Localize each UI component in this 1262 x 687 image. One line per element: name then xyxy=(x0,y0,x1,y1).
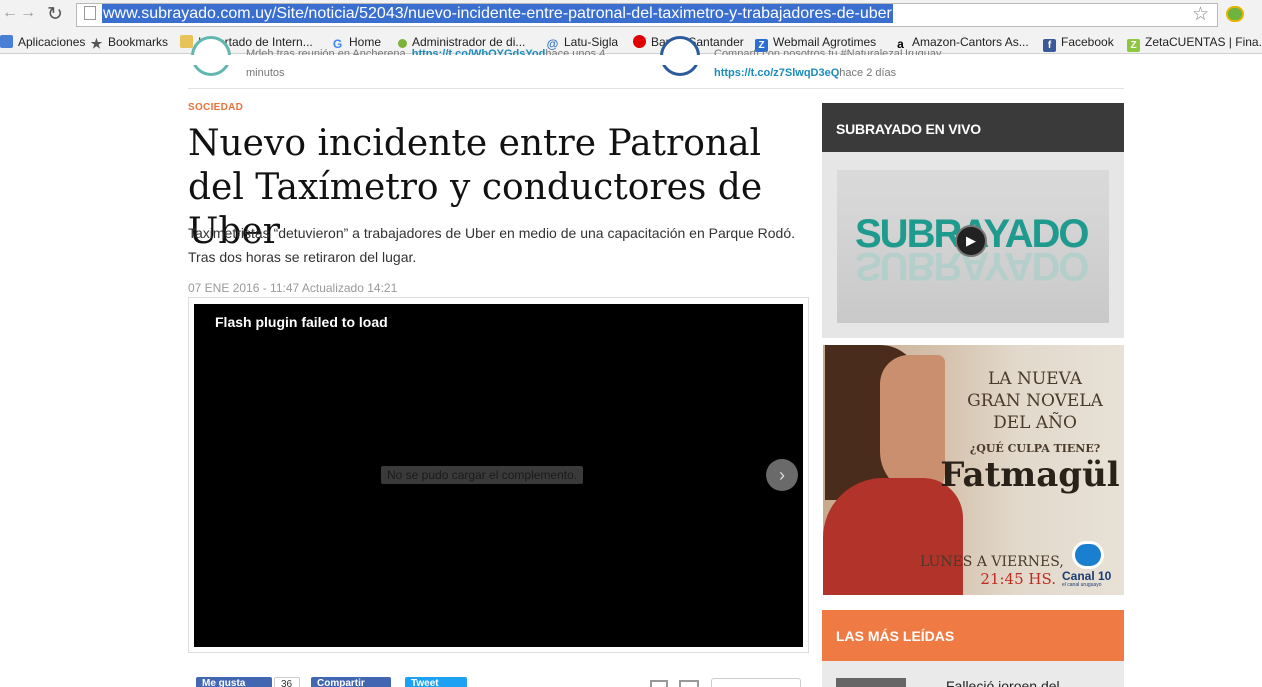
ad-line3: DEL AÑO xyxy=(993,413,1077,433)
bookmark-label: Latu-Sigla xyxy=(564,35,619,49)
bookmark-bookmarks[interactable]: ★ Bookmarks xyxy=(90,33,168,51)
bookmark-aplicaciones[interactable]: Aplicaciones xyxy=(0,33,85,51)
apps-grid-icon xyxy=(0,35,13,48)
next-arrow-button[interactable]: › xyxy=(766,459,798,491)
extension-icon[interactable] xyxy=(1226,6,1244,22)
bookmark-label: Amazon-Cantors As... xyxy=(912,35,1029,49)
tweet-link[interactable]: https://t.co/z7SlwqD3eQ xyxy=(714,67,839,79)
canal10-name: Canal 10 xyxy=(1062,569,1112,583)
bookmark-label: ZetaCUENTAS | Fina... xyxy=(1145,35,1262,49)
bookmark-label: Bookmarks xyxy=(108,35,169,49)
bookmark-label: Home xyxy=(349,35,382,49)
like-label: Me gusta xyxy=(202,678,246,687)
tweet-2-line2: https://t.co/z7SlwqD3eQhace 2 días xyxy=(714,67,896,79)
ad-time: 21:45 HS. xyxy=(980,570,1056,588)
bookmark-label: Aplicaciones xyxy=(18,35,86,49)
canal10-logo-icon xyxy=(1072,541,1104,569)
bookmark-label: Facebook xyxy=(1061,35,1114,49)
bookmark-label: Administrador de di... xyxy=(412,35,526,49)
divider xyxy=(188,88,1124,89)
page-icon xyxy=(84,6,96,20)
star-icon: ★ xyxy=(90,36,103,51)
ad-show-title: Fatmagül xyxy=(940,455,1120,495)
tweet-button[interactable]: Tweet xyxy=(405,677,467,687)
article-category[interactable]: SOCIEDAD xyxy=(188,102,243,113)
most-read-title: LAS MÁS LEÍDAS xyxy=(836,628,955,644)
most-read-thumbnail[interactable] xyxy=(836,678,906,687)
bookmark-label: Webmail Agrotimes xyxy=(773,35,877,49)
ad-line2: GRAN NOVELA xyxy=(967,391,1103,411)
share-label: Compartir xyxy=(317,678,365,687)
ad-figure-dress xyxy=(823,478,963,595)
url-text[interactable]: www.subrayado.com.uy/Site/noticia/52043/… xyxy=(102,4,893,23)
plugin-error-message: No se pudo cargar el complemento. xyxy=(381,466,584,484)
tweet-strip-cutoff xyxy=(0,55,1262,65)
bookmark-facebook[interactable]: f Facebook xyxy=(1043,33,1114,52)
like-count: 36 xyxy=(274,677,300,687)
ad-days: LUNES A VIERNES, xyxy=(920,554,1064,570)
back-arrow-icon[interactable]: ← xyxy=(2,4,18,22)
font-size-control[interactable] xyxy=(711,678,801,687)
print-icon[interactable] xyxy=(650,680,668,687)
facebook-like-button[interactable]: Me gusta xyxy=(196,677,272,687)
live-panel-title: SUBRAYADO EN VIVO xyxy=(836,121,981,137)
tweet-1-line2: minutos xyxy=(246,67,285,79)
most-read-item-title[interactable]: Falleció joroen del xyxy=(946,678,1060,687)
bookmark-star-icon[interactable]: ☆ xyxy=(1192,3,1209,26)
zeta-icon: Z xyxy=(1127,39,1140,52)
santander-icon xyxy=(633,35,646,48)
reload-icon[interactable]: ↻ xyxy=(47,3,63,26)
forward-arrow-icon[interactable]: → xyxy=(20,4,36,22)
bookmark-zetacuentas[interactable]: Z ZetaCUENTAS | Fina... xyxy=(1127,33,1262,52)
ad-line1: LA NUEVA xyxy=(988,369,1082,389)
canal10-sub: el canal uruguayo xyxy=(1062,582,1102,588)
ad-figure-face xyxy=(880,355,945,495)
email-icon[interactable] xyxy=(679,680,699,687)
tweet-label: Tweet xyxy=(411,678,439,687)
article-lead: Taximetristas “detuvieron” a trabajadore… xyxy=(188,225,796,265)
facebook-share-button[interactable]: Compartir xyxy=(311,677,391,687)
ad-question: ¿QUÉ CULPA TIENE? xyxy=(969,442,1101,455)
tweet-time: hace 2 días xyxy=(839,67,897,79)
flash-error-message: Flash plugin failed to load xyxy=(215,314,388,330)
folder-icon xyxy=(180,35,193,48)
facebook-icon: f xyxy=(1043,39,1056,52)
article-date: 07 ENE 2016 - 11:47 Actualizado 14:21 xyxy=(188,281,398,295)
green-dot-icon xyxy=(398,39,407,48)
play-icon[interactable]: ▶ xyxy=(955,225,987,257)
chevron-right-icon: › xyxy=(779,465,785,485)
